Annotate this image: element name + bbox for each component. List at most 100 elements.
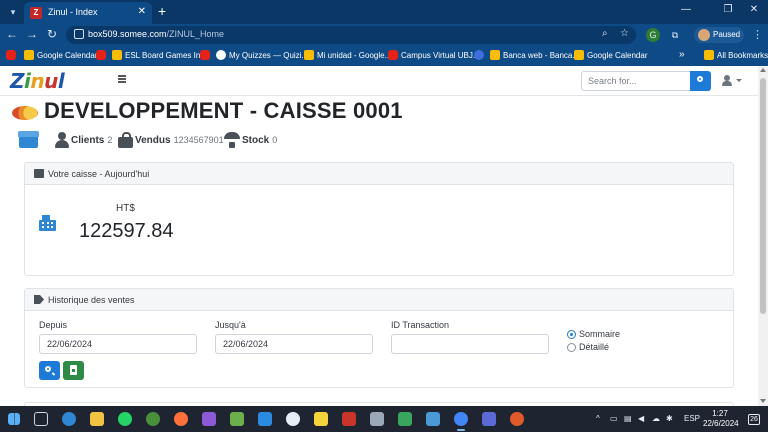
windows-start-icon[interactable] (8, 413, 20, 425)
filezilla-icon[interactable] (342, 412, 356, 426)
task-view-icon[interactable] (34, 412, 48, 426)
export-excel-button[interactable] (63, 361, 84, 380)
forward-arrow-icon[interactable]: → (24, 27, 40, 41)
extensions-puzzle-icon[interactable]: ⧉ (668, 28, 682, 42)
scrollbar-thumb[interactable] (760, 78, 766, 314)
profile-chip[interactable]: Paused (694, 27, 744, 43)
vendus-label: Vendus (135, 134, 171, 146)
browser-address-bar: ← → ↻ box509.somee.com/ZINUL_Home ⌕ ☆ G … (0, 24, 768, 46)
vendus-stat[interactable]: Vendus 1234567901 (118, 130, 224, 150)
scroll-up-arrow-icon[interactable] (760, 68, 766, 72)
github-icon[interactable] (286, 412, 300, 426)
bookmark-google-calendar[interactable]: Google Calendar (24, 50, 97, 60)
battery-icon[interactable]: ▭ (610, 414, 618, 423)
bluetooth-icon[interactable]: ✱ (666, 414, 673, 423)
language-indicator[interactable]: ESP (684, 414, 700, 423)
new-tab-plus-icon[interactable]: + (158, 3, 166, 19)
bookmark-banca-web-label[interactable]: Banca web - Banca... (490, 50, 579, 60)
zinul-logo[interactable]: Zinul (10, 69, 65, 93)
taskbar-clock[interactable]: 1:27 22/6/2024 (703, 409, 739, 429)
reload-icon[interactable]: ↻ (44, 27, 60, 41)
clock-date: 22/6/2024 (703, 419, 739, 428)
bookmark-campus-virtual[interactable]: Campus Virtual UBJ... (388, 50, 480, 60)
firefox-icon[interactable] (174, 412, 188, 426)
whatsapp-icon[interactable] (118, 412, 132, 426)
youtube-icon (6, 50, 16, 60)
radio-detaille-label: Détaillé (579, 342, 610, 352)
chrome-icon[interactable] (454, 412, 468, 426)
browser-tab-bar: ▾ Z Zinul - Index ✕ + — ❐ ✕ (0, 0, 768, 24)
tray-overflow-icon[interactable]: ^ (596, 414, 600, 423)
caisse-card-title: Votre caisse - Aujourd'hui (48, 168, 150, 179)
visual-studio-icon[interactable] (202, 412, 216, 426)
bookmark-esl-board-games[interactable]: ESL Board Games In... (112, 50, 207, 60)
notepad-plus-icon[interactable] (230, 412, 244, 426)
window-minimize-icon[interactable]: — (676, 4, 696, 15)
site-info-icon[interactable] (74, 29, 84, 39)
web-page: Zinul DEVELOPPEMENT - CAISSE 0001 Client… (0, 66, 768, 412)
page-scrollbar[interactable] (758, 66, 768, 406)
calculator-icon[interactable] (370, 412, 384, 426)
bookmark-youtube-3[interactable] (200, 50, 210, 60)
browser-menu-icon[interactable]: ⋮ (752, 28, 763, 41)
tab-title: Zinul - Index (48, 7, 98, 17)
notification-count-badge[interactable]: 26 (748, 414, 760, 425)
bookmark-my-quizzes[interactable]: My Quizzes — Quizi... (216, 50, 308, 60)
search-icon (697, 76, 703, 82)
clients-stat[interactable]: Clients 2 (55, 130, 112, 150)
bookmark-youtube-2[interactable] (96, 50, 106, 60)
file-explorer-icon[interactable] (90, 412, 104, 426)
stock-stat[interactable]: Stock 0 (224, 130, 277, 150)
radio-detaille[interactable]: Détaillé (567, 342, 609, 352)
network-icon[interactable]: ▤ (624, 414, 632, 423)
zoom-search-icon[interactable]: ⌕ (602, 28, 608, 39)
user-menu-dropdown[interactable] (722, 75, 744, 87)
chrome-active-indicator (457, 429, 465, 431)
url-text: box509.somee.com/ZINUL_Home (88, 29, 225, 39)
chrome-profile-icon[interactable] (146, 412, 160, 426)
bookmark-google-calendar-2[interactable]: Google Calendar (574, 50, 647, 60)
zinul-favicon-icon: Z (30, 7, 42, 19)
sticky-notes-icon[interactable] (314, 412, 328, 426)
grammarly-extension-icon[interactable]: G (646, 28, 660, 42)
vscode-icon[interactable] (258, 412, 272, 426)
url-field[interactable]: box509.somee.com/ZINUL_Home ⌕ ☆ (66, 26, 636, 44)
folder-icon (112, 50, 122, 60)
store-link[interactable] (18, 130, 39, 150)
search-input[interactable] (581, 71, 691, 91)
hamburger-menu-icon[interactable] (118, 75, 126, 83)
history-card: Historique des ventes Depuis Jusqu'à ID … (24, 288, 734, 388)
back-arrow-icon[interactable]: ← (4, 27, 20, 41)
depuis-date-field[interactable] (39, 334, 197, 354)
bookmarks-overflow-icon[interactable]: » (679, 49, 685, 60)
edge-icon[interactable] (62, 412, 76, 426)
transaction-id-field[interactable] (391, 334, 549, 354)
cash-register-small-icon (34, 169, 44, 178)
speaker-icon[interactable]: ◀ (638, 414, 644, 423)
bookmark-star-icon[interactable]: ☆ (620, 28, 629, 39)
youtube-icon (388, 50, 398, 60)
search-sales-button[interactable] (39, 361, 60, 380)
folder-icon (24, 50, 34, 60)
sql-tool-icon[interactable] (398, 412, 412, 426)
remote-desktop-icon[interactable] (426, 412, 440, 426)
browser-tab-active[interactable]: Z Zinul - Index ✕ (24, 2, 152, 24)
bookmark-youtube[interactable] (6, 50, 16, 60)
all-bookmarks[interactable]: All Bookmarks (704, 50, 768, 60)
bookmark-mi-unidad[interactable]: Mi unidad - Google... (304, 50, 391, 60)
bookmark-banca-web[interactable] (474, 50, 484, 60)
tab-search-icon[interactable]: ▾ (6, 5, 20, 19)
office-icon[interactable] (510, 412, 524, 426)
onedrive-icon[interactable]: ☁ (652, 414, 660, 423)
window-close-icon[interactable]: ✕ (744, 4, 764, 15)
app-navbar: Zinul (0, 66, 758, 96)
scroll-down-arrow-icon[interactable] (760, 399, 766, 403)
tab-close-icon[interactable]: ✕ (138, 6, 146, 17)
window-restore-icon[interactable]: ❐ (718, 4, 738, 15)
youtube-icon (200, 50, 210, 60)
search-button[interactable] (690, 71, 711, 91)
magnifier-icon (45, 366, 51, 372)
radio-sommaire[interactable]: Sommaire (567, 329, 620, 339)
photos-icon[interactable] (482, 412, 496, 426)
jusqua-date-field[interactable] (215, 334, 373, 354)
